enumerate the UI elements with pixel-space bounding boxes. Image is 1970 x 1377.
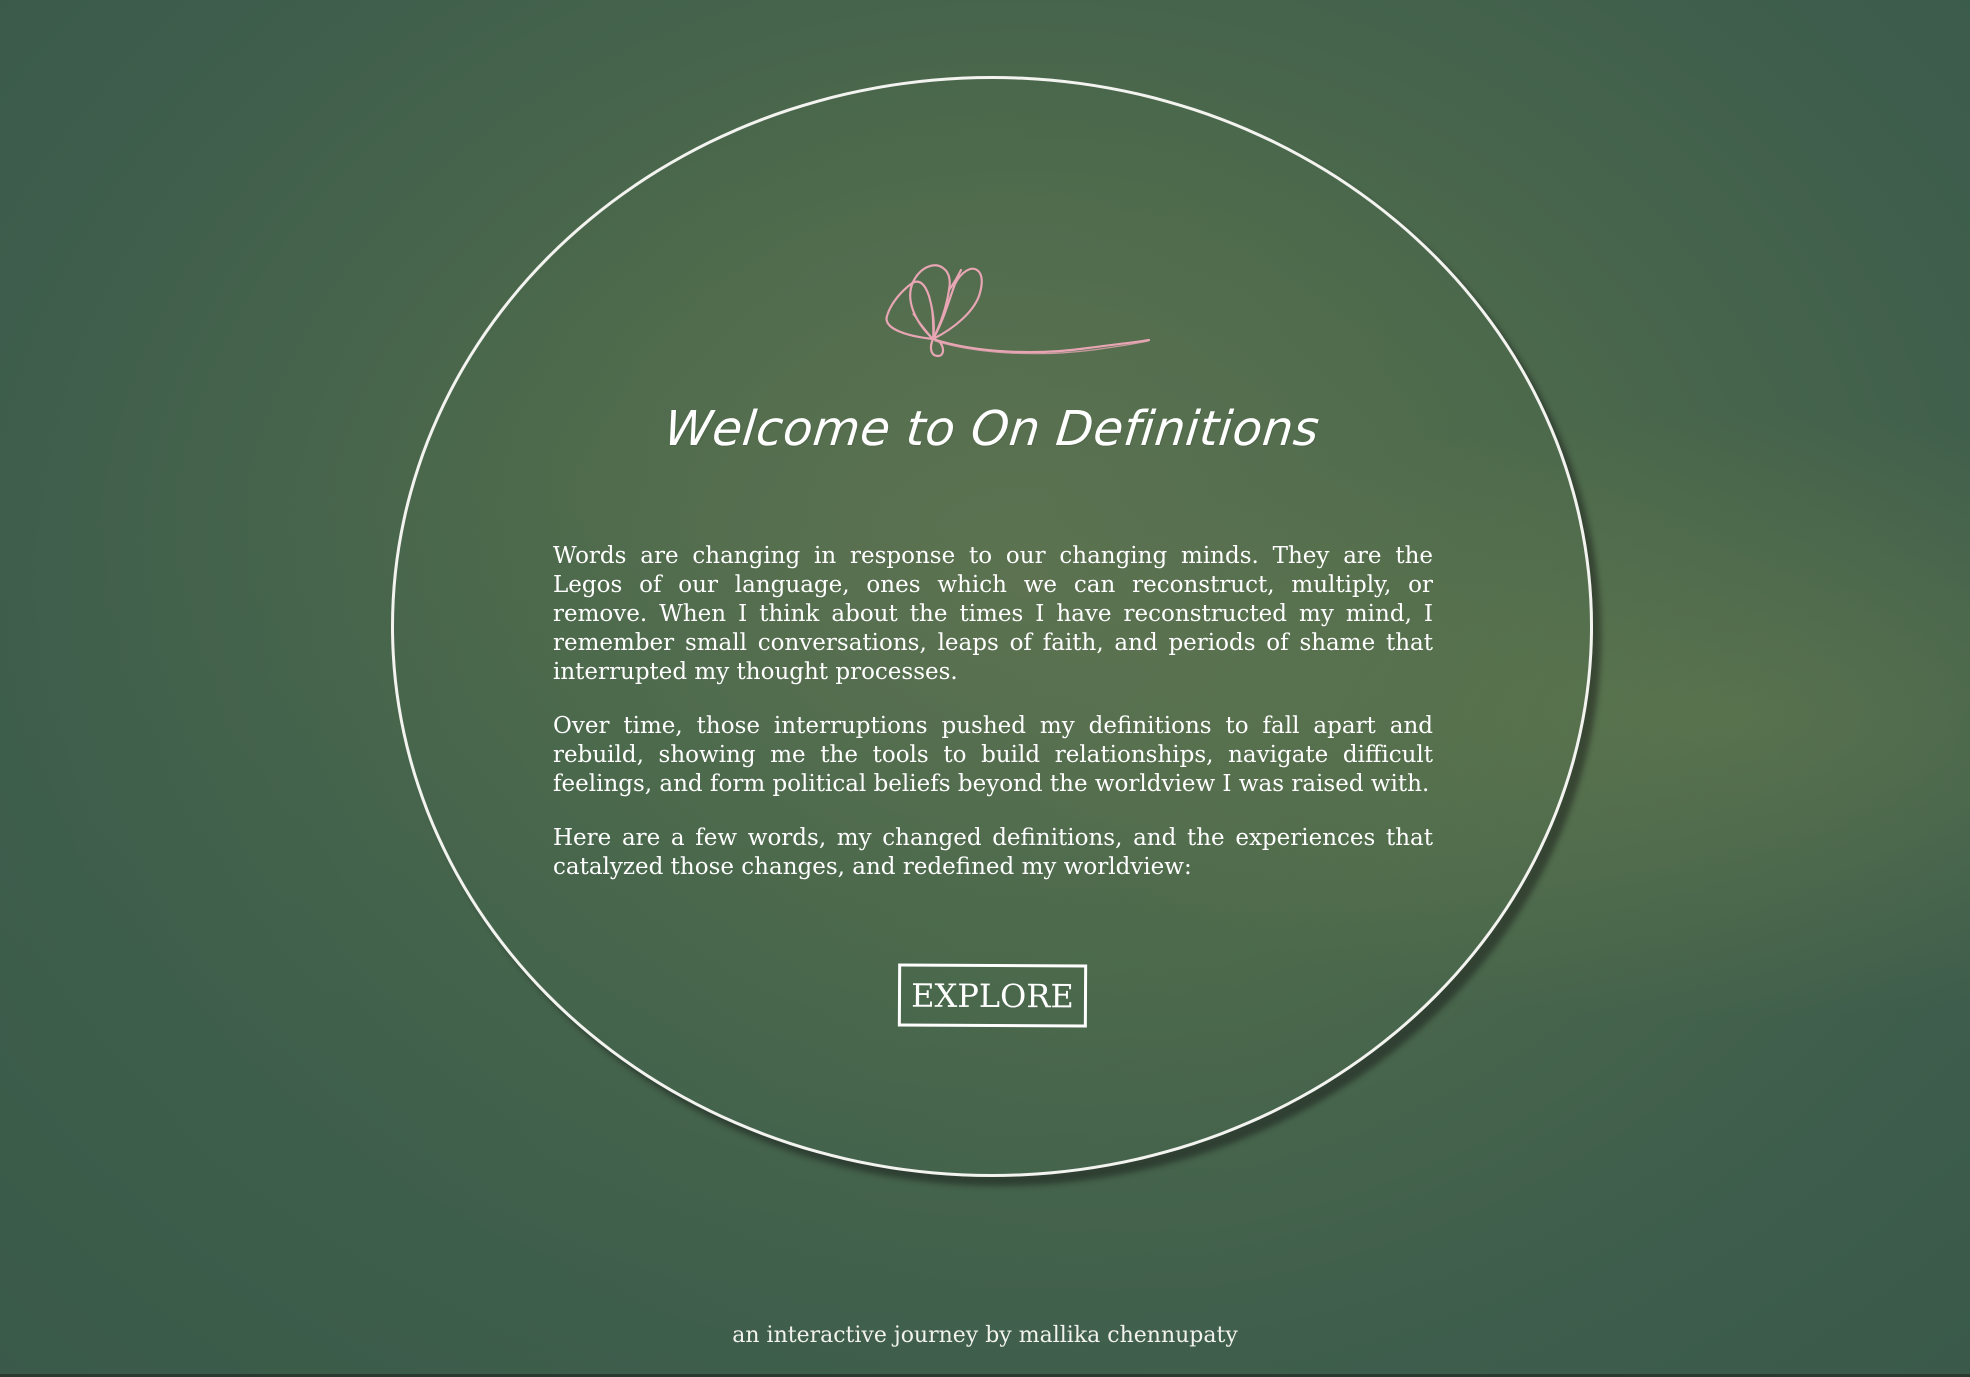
intro-text: Words are changing in response to our ch… — [553, 542, 1433, 907]
intro-content: Welcome to On Definitions Words are chan… — [391, 76, 1593, 1177]
page-title: Welcome to On Definitions — [661, 401, 1323, 457]
intro-paragraph: Here are a few words, my changed definit… — [553, 825, 1433, 880]
flower-icon — [885, 264, 1151, 358]
intro-paragraph: Over time, those interruptions pushed my… — [553, 713, 1433, 797]
footer-credit: an interactive journey by mallika chennu… — [732, 1323, 1238, 1348]
explore-button[interactable]: EXPLORE — [897, 963, 1088, 1028]
intro-paragraph: Words are changing in response to our ch… — [553, 543, 1433, 685]
